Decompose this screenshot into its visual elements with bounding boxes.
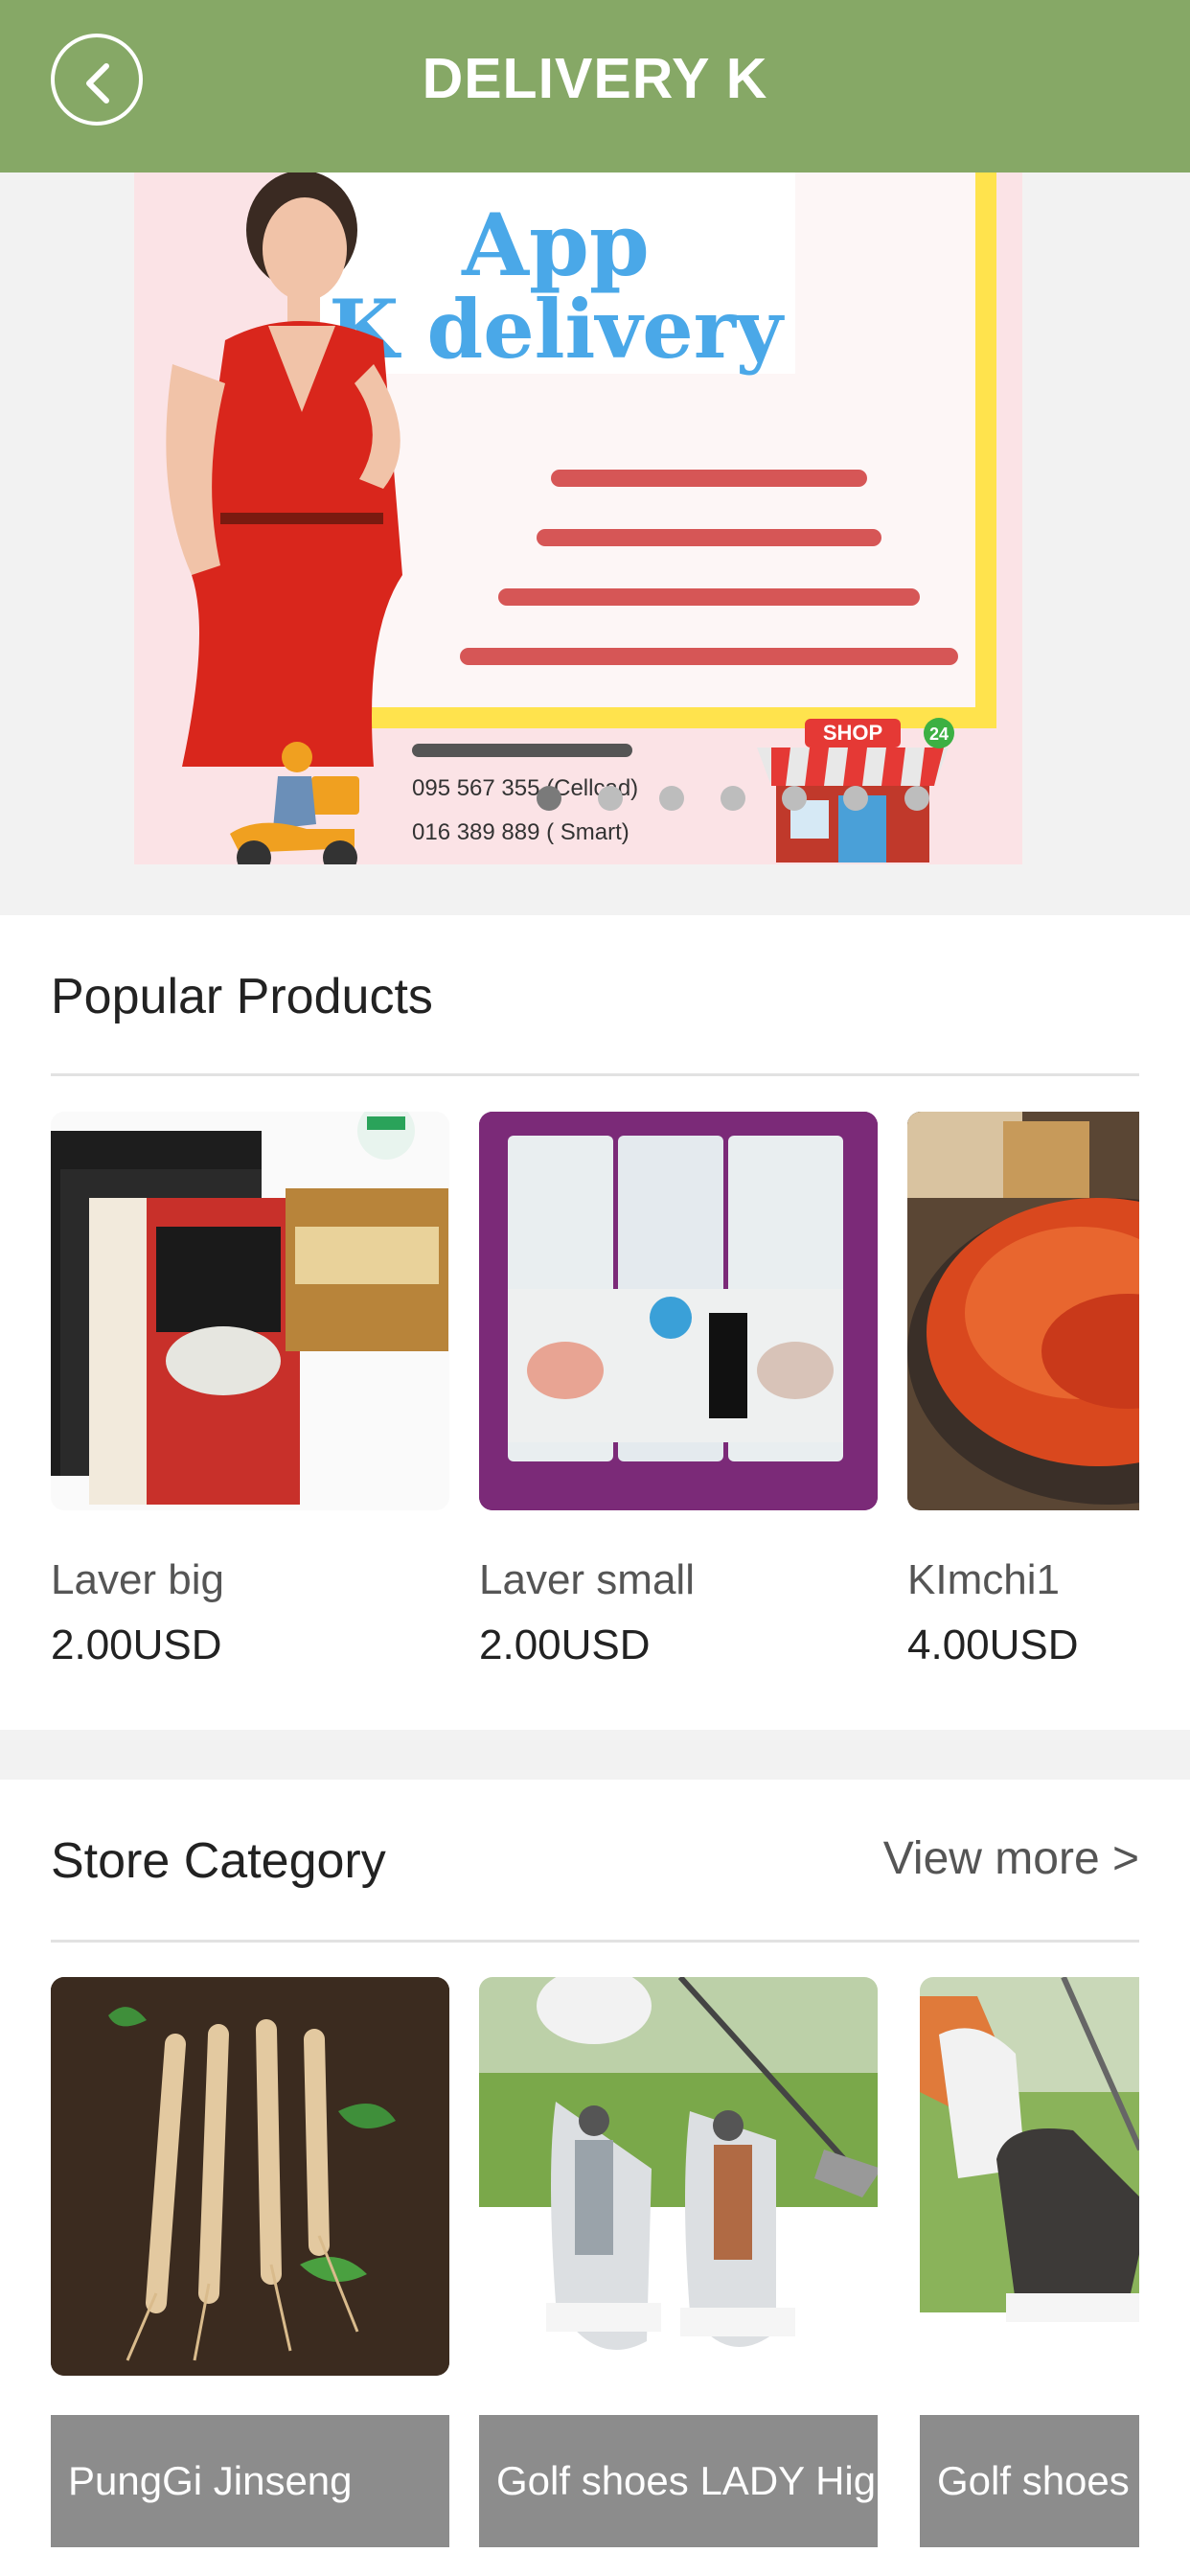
store-category-scroller[interactable]: PungGi Jinseng Golf shoes LADY High Golf…	[51, 1977, 1139, 2571]
carousel-dot[interactable]	[721, 786, 745, 811]
banner-khmer-text	[422, 450, 996, 688]
section-title-popular: Popular Products	[51, 969, 433, 1024]
delivery-scooter-icon	[230, 742, 359, 864]
category-label: Golf shoes LADY High	[479, 2415, 878, 2547]
woman-image	[166, 172, 402, 767]
page-title: DELIVERY K	[422, 47, 768, 110]
popular-products-scroller[interactable]: Laver big 2.00USD Laver small 2.00USD KI…	[51, 1112, 1139, 1706]
carousel-dot[interactable]	[843, 786, 868, 811]
carousel-dot[interactable]	[537, 786, 561, 811]
product-image[interactable]	[51, 1112, 449, 1510]
carousel-dot[interactable]	[598, 786, 623, 811]
product-name: Laver big	[51, 1556, 225, 1603]
popular-products-section: Popular Products Laver big 2.00USD Laver…	[0, 915, 1190, 1730]
shop-badge-text: 24	[929, 724, 949, 744]
carousel-indicators[interactable]	[537, 786, 929, 811]
product-name: KImchi1	[907, 1556, 1060, 1603]
carousel-dot[interactable]	[659, 786, 684, 811]
product-image[interactable]	[907, 1112, 1139, 1510]
product-card[interactable]: Laver small 2.00USD	[479, 1112, 878, 1669]
category-image[interactable]	[479, 1977, 878, 2376]
product-price: 2.00USD	[479, 1622, 651, 1668]
carousel-dot[interactable]	[782, 786, 807, 811]
product-image[interactable]	[479, 1112, 878, 1510]
section-title-store-category: Store Category	[51, 1833, 386, 1889]
product-price: 4.00USD	[907, 1622, 1079, 1668]
category-image[interactable]	[51, 1977, 449, 2376]
store-category-section: Store Category View more > PungGi Jinsen…	[0, 1780, 1190, 2576]
divider	[51, 1073, 1139, 1076]
view-more-link[interactable]: View more >	[883, 1832, 1139, 1885]
product-price: 2.00USD	[51, 1622, 222, 1668]
carousel-dot[interactable]	[904, 786, 929, 811]
shop-sign-text: SHOP	[823, 721, 882, 745]
divider	[51, 1940, 1139, 1943]
product-card[interactable]: Laver big 2.00USD	[51, 1112, 449, 1669]
category-card[interactable]: Golf shoes MEN	[920, 1977, 1139, 2547]
category-card[interactable]: Golf shoes LADY High	[479, 1977, 878, 2547]
banner-phone2: 016 389 889 ( Smart)	[412, 819, 629, 845]
app-header: DELIVERY K	[0, 0, 1190, 172]
banner-slide[interactable]: App K delivery 095 567 355 (Cellcad) 016…	[134, 172, 1022, 864]
category-label: Golf shoes MEN	[920, 2415, 1139, 2547]
category-label: PungGi Jinseng	[51, 2415, 449, 2547]
product-card[interactable]: KImchi1 4.00USD	[907, 1112, 1139, 1669]
category-card[interactable]: PungGi Jinseng	[51, 1977, 449, 2547]
banner-carousel[interactable]: App K delivery 095 567 355 (Cellcad) 016…	[0, 172, 1190, 915]
category-image[interactable]	[920, 1977, 1139, 2376]
product-name: Laver small	[479, 1556, 695, 1603]
